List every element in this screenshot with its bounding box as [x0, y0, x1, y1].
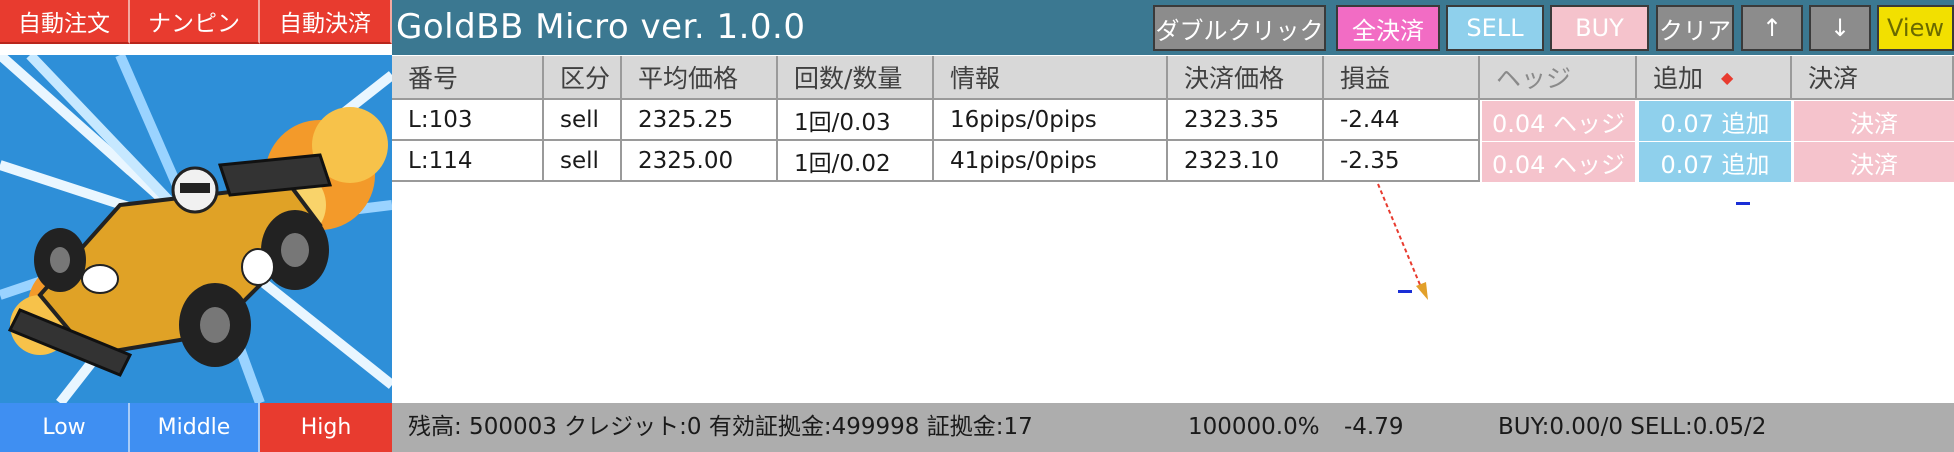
account-balance-info: 残高: 500003 クレジット:0 有効証拠金:499998 証拠金:17: [408, 414, 1033, 440]
buy-button[interactable]: BUY: [1550, 5, 1649, 51]
table-cell-pnl: -2.44: [1324, 100, 1480, 141]
blue-dash-marker: [1736, 202, 1750, 205]
mode-low-button[interactable]: Low: [0, 403, 130, 452]
settle-button[interactable]: 決済: [1794, 142, 1954, 182]
table-cell-avg-price: 2325.00: [622, 141, 778, 182]
col-header-close-price: 決済価格: [1168, 56, 1324, 100]
sell-button[interactable]: SELL: [1446, 5, 1544, 51]
col-header-side: 区分: [544, 56, 622, 100]
view-button[interactable]: View: [1877, 5, 1954, 51]
table-cell-close-price: 2323.35: [1168, 100, 1324, 141]
auto-settle-button[interactable]: 自動決済: [260, 0, 392, 44]
col-header-info: 情報: [934, 56, 1168, 100]
col-header-pnl: 損益: [1324, 56, 1480, 100]
auto-order-button[interactable]: 自動注文: [0, 0, 130, 44]
app-title: GoldBB Micro ver. 1.0.0: [396, 7, 806, 47]
hedge-button[interactable]: 0.04 ヘッジ: [1482, 142, 1635, 182]
col-header-hedge: ヘッジ: [1480, 56, 1637, 100]
red-marker-icon: ◆: [1721, 67, 1734, 87]
col-header-avg-price: 平均価格: [622, 56, 778, 100]
col-header-add: 追加 ◆: [1637, 56, 1792, 100]
clear-button[interactable]: クリア: [1656, 5, 1734, 51]
hedge-button[interactable]: 0.04 ヘッジ: [1482, 101, 1635, 141]
settle-button[interactable]: 決済: [1794, 101, 1954, 141]
nanpin-button[interactable]: ナンピン: [130, 0, 260, 44]
table-cell-number: L:114: [392, 141, 544, 182]
table-cell-side: sell: [544, 100, 622, 141]
margin-level: 100000.0%: [1188, 414, 1320, 440]
position-summary: BUY:0.00/0 SELL:0.05/2: [1498, 414, 1767, 440]
table-cell-avg-price: 2325.25: [622, 100, 778, 141]
table-cell-number: L:103: [392, 100, 544, 141]
col-header-settle: 決済: [1792, 56, 1954, 100]
total-pnl: -4.79: [1344, 414, 1404, 440]
double-click-button[interactable]: ダブルクリック: [1153, 5, 1326, 51]
add-button[interactable]: 0.07 追加: [1639, 101, 1791, 141]
table-cell-info: 16pips/0pips: [934, 100, 1168, 141]
table-cell-pnl: -2.35: [1324, 141, 1480, 182]
up-arrow-button[interactable]: ↑: [1741, 5, 1803, 51]
col-header-number: 番号: [392, 56, 544, 100]
race-car-illustration: [0, 55, 392, 403]
col-header-add-label: 追加: [1653, 64, 1704, 93]
table-cell-close-price: 2323.10: [1168, 141, 1324, 182]
mode-high-button[interactable]: High: [260, 403, 392, 452]
table-cell-count-qty: 1回/0.03: [778, 100, 934, 141]
add-button[interactable]: 0.07 追加: [1639, 142, 1791, 182]
table-cell-info: 41pips/0pips: [934, 141, 1168, 182]
drag-indicator-arrow: [1377, 183, 1428, 300]
close-all-button[interactable]: 全決済: [1336, 5, 1440, 51]
col-header-count-qty: 回数/数量: [778, 56, 934, 100]
down-arrow-button[interactable]: ↓: [1809, 5, 1871, 51]
table-cell-side: sell: [544, 141, 622, 182]
table-cell-count-qty: 1回/0.02: [778, 141, 934, 182]
mode-middle-button[interactable]: Middle: [130, 403, 260, 452]
